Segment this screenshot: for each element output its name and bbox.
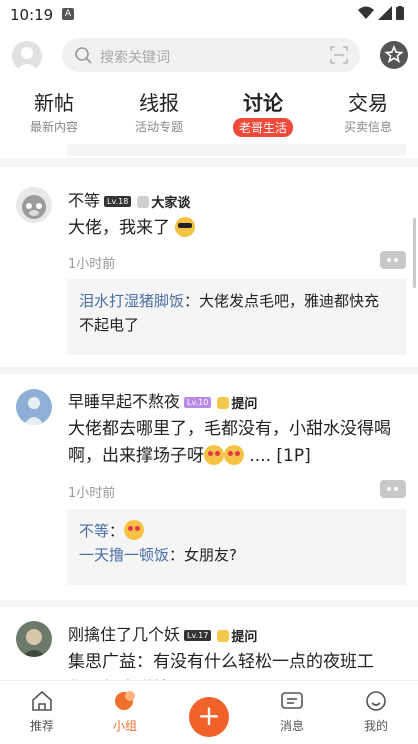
profile-icon	[366, 691, 386, 711]
create-post-button[interactable]: +	[189, 697, 229, 737]
post-text: 大佬，我来了	[68, 218, 170, 238]
commenter-name[interactable]: 泪水打湿猪脚饭	[79, 292, 184, 310]
post-author[interactable]: 不等 Lv.18 大家谈	[68, 187, 190, 211]
heart-eyes-emoji-icon	[204, 445, 224, 465]
tab-subtitle: 活动专题	[134, 120, 183, 134]
comment-preview[interactable]: 泪水打湿猪脚饭：大佬发点毛吧，雅迪都快充不起电了	[67, 279, 406, 355]
comment-preview[interactable]: 不等： 一天撸一顿饭：女朋友?	[67, 509, 406, 585]
topic-label: 大家谈	[151, 196, 191, 211]
search-bar[interactable]: 搜索关键词	[62, 38, 360, 72]
comment-text: ：	[109, 522, 125, 540]
post-content[interactable]: 大佬，我来了	[68, 215, 406, 242]
topic-icon	[137, 196, 150, 208]
tab-trade[interactable]: 交易 买卖信息	[328, 90, 408, 135]
divider	[0, 600, 418, 607]
post-author[interactable]: 刚擒住了几个妖 Lv.17 提问	[68, 621, 257, 645]
nav-messages[interactable]: 消息	[262, 687, 322, 734]
nav-label: 消息	[279, 719, 304, 733]
avatar[interactable]	[16, 389, 52, 425]
more-options-icon[interactable]	[380, 480, 406, 498]
tab-subtitle: 最新内容	[29, 120, 78, 134]
post-text-suffix: .... [1P]	[244, 446, 311, 466]
post-card[interactable]: 不等 Lv.18 大家谈 大佬，我来了 1小时前 泪水打湿猪脚饭：大佬发点毛吧，雅迪…	[0, 167, 418, 367]
tab-title: 线报	[139, 91, 179, 115]
tab-title: 交易	[348, 91, 388, 115]
tab-subtitle-badge: 老哥生活	[232, 118, 293, 137]
author-name: 刚擒住了几个妖	[68, 625, 181, 644]
search-icon	[75, 47, 92, 64]
divider	[0, 367, 418, 374]
level-badge: Lv.10	[184, 397, 212, 408]
divider	[0, 158, 418, 167]
my-avatar[interactable]	[12, 41, 42, 71]
author-name: 早睡早起不熬夜	[68, 392, 181, 411]
nav-recommend[interactable]: 推荐	[12, 687, 72, 734]
wifi-icon	[358, 6, 374, 19]
system-icons	[358, 6, 404, 20]
tab-title: 讨论	[243, 91, 283, 115]
battery-icon	[396, 6, 404, 20]
user-placeholder-icon	[16, 47, 38, 71]
post-content[interactable]: 集思广益：有没有什么轻松一点的夜班工作，保底赚钱？	[68, 649, 406, 680]
more-options-icon[interactable]	[380, 251, 406, 269]
coupon-icon	[384, 44, 404, 63]
heart-eyes-emoji-icon	[224, 445, 244, 465]
commenter-name[interactable]: 一天撸一顿饭	[79, 546, 169, 564]
tab-subtitle: 买卖信息	[343, 120, 392, 134]
tab-new[interactable]: 新帖 最新内容	[14, 90, 94, 135]
nav-label: 小组	[112, 719, 137, 733]
comment-line: 一天撸一顿饭：女朋友?	[79, 543, 394, 567]
home-icon	[32, 690, 52, 711]
level-badge: Lv.17	[184, 630, 212, 641]
topic-label: 提问	[231, 397, 258, 412]
commenter-name[interactable]: 不等	[79, 522, 109, 540]
avatar[interactable]	[16, 621, 52, 657]
scrollbar[interactable]	[413, 218, 416, 288]
top-bar: 搜索关键词	[0, 38, 418, 76]
post-card[interactable]: 早睡早起不熬夜 Lv.10 提问 大佬都去哪里了，毛都没有，小甜水没得喝啊，出来撑场…	[0, 374, 418, 600]
tab-title: 新帖	[34, 91, 74, 115]
avatar[interactable]	[16, 187, 52, 223]
nav-label: 我的	[363, 719, 388, 733]
coupon-button[interactable]	[380, 41, 408, 69]
status-time: 10:19	[10, 6, 54, 24]
group-icon	[115, 691, 135, 710]
tab-deals[interactable]: 线报 活动专题	[119, 90, 199, 135]
search-placeholder: 搜索关键词	[100, 50, 170, 66]
message-icon	[281, 692, 303, 709]
topic-tag[interactable]: 大家谈	[137, 192, 190, 211]
nav-group[interactable]: 小组	[95, 687, 155, 734]
topic-tag[interactable]: 提问	[217, 626, 257, 645]
author-name: 不等	[68, 191, 101, 210]
post-time: 1小时前	[68, 257, 116, 272]
post-time: 1小时前	[68, 486, 116, 501]
comment-text: ：女朋友?	[169, 546, 237, 564]
comment-line: 不等：	[79, 519, 394, 543]
signal-icon	[378, 6, 392, 20]
topic-icon	[217, 630, 230, 642]
previous-comment-box	[67, 144, 406, 156]
heart-eyes-emoji-icon	[124, 520, 145, 540]
app-notification-icon: A	[62, 8, 74, 20]
topic-icon	[217, 397, 230, 409]
tab-discuss[interactable]: 讨论 老哥生活	[223, 90, 303, 137]
level-badge: Lv.18	[104, 196, 132, 207]
status-bar: 10:19 A	[0, 0, 418, 30]
topic-tag[interactable]: 提问	[217, 393, 257, 412]
post-card[interactable]: 刚擒住了几个妖Lv.17 提问 集思广益：有没有什么轻松一点的夜班工作，保底赚钱？	[0, 607, 418, 680]
cool-emoji-icon	[175, 217, 196, 237]
topic-label: 提问	[231, 630, 258, 645]
scan-icon	[330, 46, 348, 64]
nav-mine[interactable]: 我的	[346, 687, 406, 734]
bottom-nav: 推荐 小组 + 消息 我的	[0, 680, 418, 744]
nav-label: 推荐	[29, 719, 54, 733]
category-tabs: 新帖 最新内容 线报 活动专题 讨论 老哥生活 交易 买卖信息	[0, 90, 418, 140]
post-content[interactable]: 大佬都去哪里了，毛都没有，小甜水没得喝啊，出来撑场子呀 .... [1P]	[68, 416, 406, 470]
post-author[interactable]: 早睡早起不熬夜 Lv.10 提问	[68, 388, 257, 412]
